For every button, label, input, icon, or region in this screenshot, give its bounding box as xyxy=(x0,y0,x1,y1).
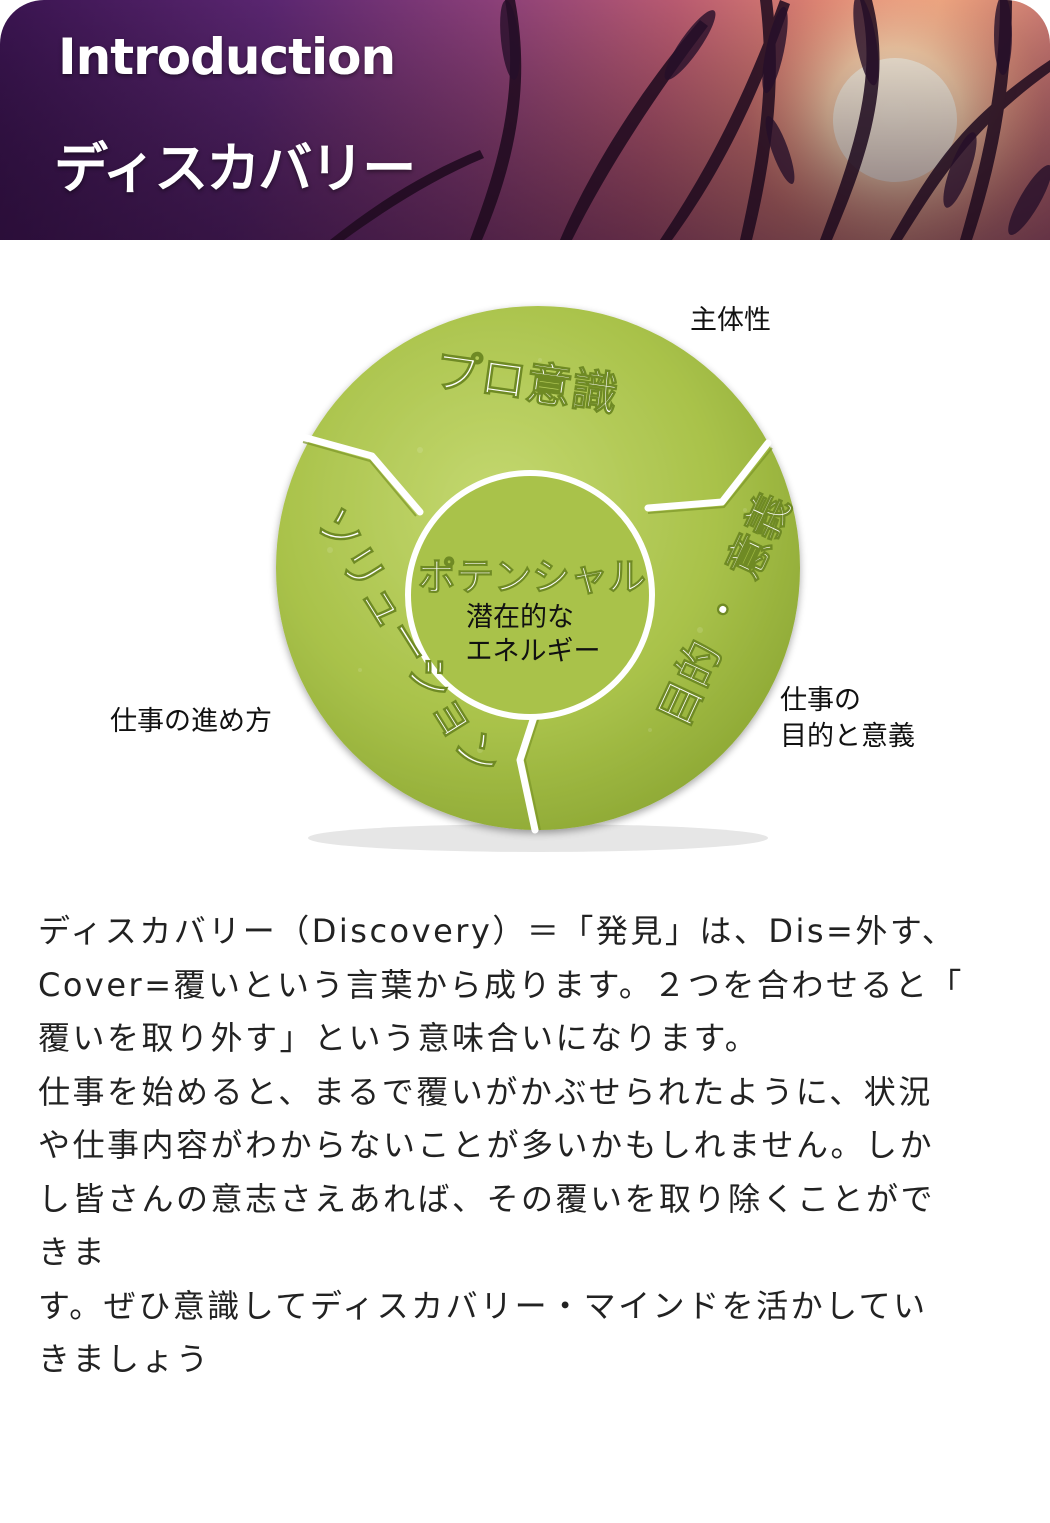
page-subtitle: ディスカバリー xyxy=(54,137,416,200)
outer-label-purpose-line1: 仕事の xyxy=(780,685,861,716)
page-title: Introduction xyxy=(58,28,396,86)
outer-label-initiative: 主体性 xyxy=(690,305,771,336)
outer-label-workflow: 仕事の進め方 xyxy=(110,706,272,737)
center-caption-line2: エネルギー xyxy=(466,636,601,667)
center-caption-line1: 潜在的な xyxy=(466,602,574,633)
outer-label-purpose-line2: 目的と意義 xyxy=(780,721,915,752)
paragraph-definition: ディスカバリー（Discovery）＝「発見」は、Dis=外す、 Cover=覆… xyxy=(38,912,964,1057)
diagram-graphic: プロ意識 目的 ・ 意義 ソリューション ポテンシャル 潜在的な エネルギー xyxy=(276,306,801,852)
paragraph-encouragement: 仕事を始めると、まるで覆いがかぶせられたように、状況 や仕事内容がわからないこと… xyxy=(38,1072,936,1379)
center-title: ポテンシャル xyxy=(418,555,646,599)
header-banner: Introduction ディスカバリー xyxy=(0,0,1050,240)
description: ディスカバリー（Discovery）＝「発見」は、Dis=外す、 Cover=覆… xyxy=(38,905,1023,1387)
potential-diagram: プロ意識 目的 ・ 意義 ソリューション ポテンシャル 潜在的な エネルギー 主… xyxy=(0,250,1050,860)
